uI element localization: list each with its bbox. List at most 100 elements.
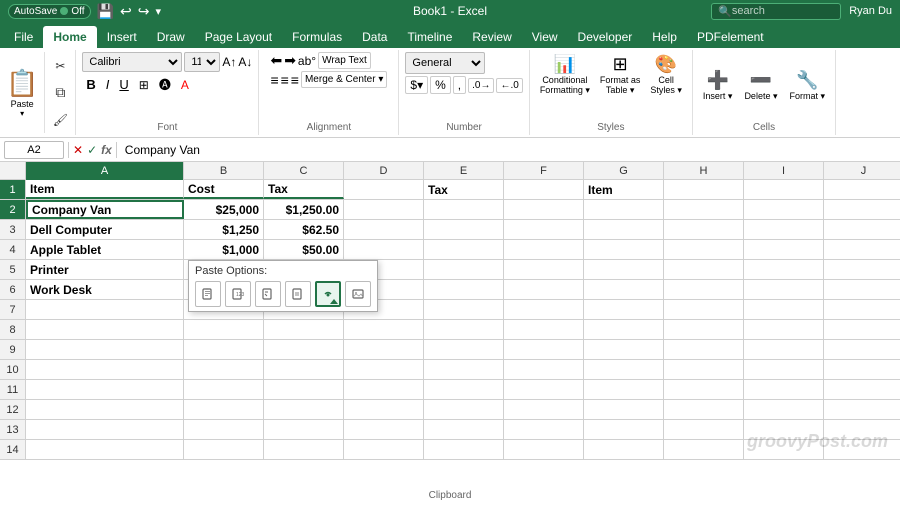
cell-e12[interactable] (424, 400, 504, 419)
cell-i10[interactable] (744, 360, 824, 379)
cancel-formula-icon[interactable]: ✕ (73, 143, 83, 157)
cell-a13[interactable] (26, 420, 184, 439)
dec-font-icon[interactable]: A↓ (238, 55, 252, 69)
cell-a1[interactable]: Item (26, 180, 184, 199)
row-num-5[interactable]: 5 (0, 260, 26, 279)
bold-button[interactable]: B (82, 75, 99, 94)
cell-b10[interactable] (184, 360, 264, 379)
cell-g3[interactable] (584, 220, 664, 239)
tab-developer[interactable]: Developer (568, 26, 643, 48)
cell-g11[interactable] (584, 380, 664, 399)
row-num-2[interactable]: 2 (0, 200, 26, 219)
cell-a12[interactable] (26, 400, 184, 419)
tab-help[interactable]: Help (642, 26, 687, 48)
cell-j12[interactable] (824, 400, 900, 419)
cell-f14[interactable] (504, 440, 584, 459)
col-header-d[interactable]: D (344, 162, 424, 180)
tab-timeline[interactable]: Timeline (397, 26, 462, 48)
format-painter-button[interactable]: 🖌 (49, 109, 71, 131)
cell-b4[interactable]: $1,000 (184, 240, 264, 259)
cell-d1[interactable] (344, 180, 424, 199)
cut-button[interactable]: ✂ (49, 55, 71, 77)
row-num-10[interactable]: 10 (0, 360, 26, 379)
tab-formulas[interactable]: Formulas (282, 26, 352, 48)
cell-g1[interactable]: Item (584, 180, 664, 199)
cell-c14[interactable] (264, 440, 344, 459)
cell-f12[interactable] (504, 400, 584, 419)
indent-inc-icon[interactable]: ➡ (284, 52, 296, 69)
align-right-icon[interactable]: ≡ (291, 72, 299, 88)
search-input[interactable] (732, 5, 834, 17)
cell-i14[interactable] (744, 440, 824, 459)
cell-h8[interactable] (664, 320, 744, 339)
tab-draw[interactable]: Draw (147, 26, 195, 48)
cell-j10[interactable] (824, 360, 900, 379)
cell-h5[interactable] (664, 260, 744, 279)
cell-e6[interactable] (424, 280, 504, 299)
col-header-a[interactable]: A (26, 162, 184, 180)
cell-g9[interactable] (584, 340, 664, 359)
row-num-12[interactable]: 12 (0, 400, 26, 419)
undo-icon[interactable]: ↩ (120, 3, 132, 20)
cell-f1[interactable] (504, 180, 584, 199)
cell-g7[interactable] (584, 300, 664, 319)
cell-f2[interactable] (504, 200, 584, 219)
cell-c13[interactable] (264, 420, 344, 439)
tab-view[interactable]: View (522, 26, 568, 48)
cell-i12[interactable] (744, 400, 824, 419)
cell-i11[interactable] (744, 380, 824, 399)
font-size-select[interactable]: 11 (184, 52, 220, 72)
cell-b9[interactable] (184, 340, 264, 359)
cell-e11[interactable] (424, 380, 504, 399)
cell-j14[interactable] (824, 440, 900, 459)
wrap-text-button[interactable]: Wrap Text (318, 52, 371, 69)
cell-d13[interactable] (344, 420, 424, 439)
col-header-b[interactable]: B (184, 162, 264, 180)
cell-j13[interactable] (824, 420, 900, 439)
cell-c2[interactable]: $1,250.00 (264, 200, 344, 219)
cell-d9[interactable] (344, 340, 424, 359)
cell-e7[interactable] (424, 300, 504, 319)
paste-opt-default[interactable] (195, 281, 221, 307)
col-header-e[interactable]: E (424, 162, 504, 180)
cell-a14[interactable] (26, 440, 184, 459)
cell-h3[interactable] (664, 220, 744, 239)
paste-opt-link[interactable] (315, 281, 341, 307)
cell-a7[interactable] (26, 300, 184, 319)
cell-h9[interactable] (664, 340, 744, 359)
italic-button[interactable]: I (102, 75, 114, 94)
border-button[interactable]: ⊞ (135, 76, 153, 94)
merge-center-button[interactable]: Merge & Center ▾ (301, 71, 387, 88)
cell-h14[interactable] (664, 440, 744, 459)
cell-a2[interactable]: Company Van (26, 200, 184, 219)
cell-i2[interactable] (744, 200, 824, 219)
cell-d12[interactable] (344, 400, 424, 419)
cell-a5[interactable]: Printer (26, 260, 184, 279)
cell-j3[interactable] (824, 220, 900, 239)
row-num-14[interactable]: 14 (0, 440, 26, 459)
cell-h7[interactable] (664, 300, 744, 319)
paste-opt-formulas[interactable] (255, 281, 281, 307)
tab-home[interactable]: Home (43, 26, 96, 48)
cell-i9[interactable] (744, 340, 824, 359)
cell-a6[interactable]: Work Desk (26, 280, 184, 299)
col-header-i[interactable]: I (744, 162, 824, 180)
row-num-4[interactable]: 4 (0, 240, 26, 259)
cell-b14[interactable] (184, 440, 264, 459)
redo-icon[interactable]: ↪ (138, 3, 150, 20)
save-icon[interactable]: 💾 (97, 3, 114, 20)
cell-b5[interactable]: Paste Options: (184, 260, 264, 279)
cell-g8[interactable] (584, 320, 664, 339)
cell-h13[interactable] (664, 420, 744, 439)
cell-e5[interactable] (424, 260, 504, 279)
formula-input[interactable] (121, 141, 896, 159)
confirm-formula-icon[interactable]: ✓ (87, 143, 97, 157)
cell-j7[interactable] (824, 300, 900, 319)
cell-h1[interactable] (664, 180, 744, 199)
cell-e14[interactable] (424, 440, 504, 459)
cell-c9[interactable] (264, 340, 344, 359)
cell-c1[interactable]: Tax (264, 180, 344, 199)
cell-b8[interactable] (184, 320, 264, 339)
cell-c10[interactable] (264, 360, 344, 379)
cell-j6[interactable] (824, 280, 900, 299)
